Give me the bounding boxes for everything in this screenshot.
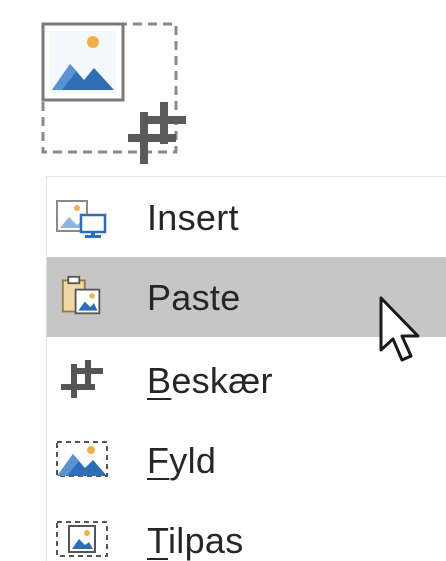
menu-item-label: Tilpas [147, 520, 244, 561]
menu-item-label: Paste [147, 277, 241, 318]
mouse-pointer-icon [379, 296, 420, 362]
screenshot-canvas: Insert Paste Beskær Fyld Tilpas [0, 0, 446, 561]
accelerator-letter: F [147, 440, 170, 481]
menu-item-tilpas[interactable]: Tilpas [47, 500, 446, 561]
paste-picture-icon [61, 275, 101, 315]
picture-context-menu: Insert Paste Beskær Fyld Tilpas [46, 176, 446, 561]
menu-item-fyld[interactable]: Fyld [47, 420, 446, 500]
fill-picture-icon [56, 441, 108, 477]
accelerator-letter: T [147, 520, 168, 561]
menu-item-label: Insert [147, 197, 239, 238]
fit-picture-icon [56, 521, 108, 557]
picture-placeholder-crop-icon[interactable] [40, 20, 200, 170]
menu-item-label: Beskær [147, 360, 273, 401]
accelerator-letter: B [147, 360, 172, 401]
menu-item-insert[interactable]: Insert [47, 177, 446, 257]
crop-icon [61, 360, 103, 398]
insert-picture-from-device-icon [56, 200, 107, 238]
menu-item-label: Fyld [147, 440, 217, 481]
